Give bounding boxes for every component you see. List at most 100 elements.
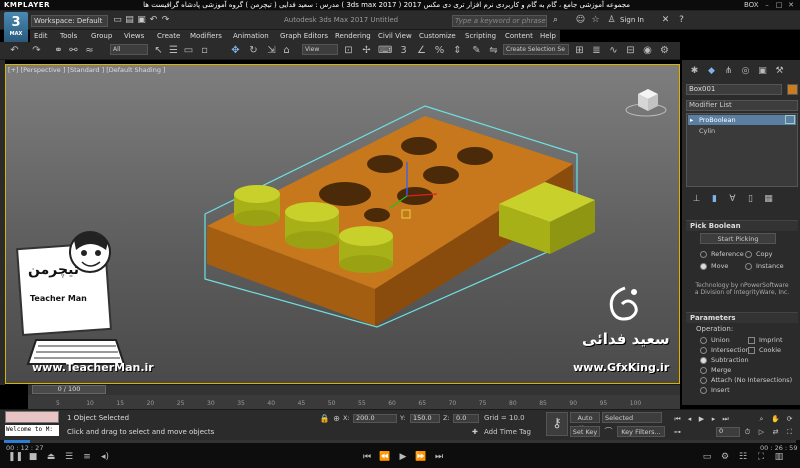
layer-explorer-icon[interactable]: ≣ [590,44,603,57]
menu-customize[interactable]: Customize [419,30,456,42]
parameters-header[interactable]: Parameters [686,312,798,323]
object-color-swatch[interactable] [787,84,798,95]
pan-icon[interactable]: ✋ [770,414,781,424]
redo-icon[interactable]: ↷ [30,44,43,57]
stop-icon[interactable]: ■ [26,452,40,462]
mirror-icon[interactable]: ⇋ [487,44,500,57]
radio-attach[interactable]: Attach (No Intersections) [700,376,792,384]
align-icon[interactable]: ⊞ [573,44,586,57]
new-file-icon[interactable]: ▭ [112,15,123,26]
set-keys-icon[interactable]: ⚷ [546,412,568,436]
menu-animation[interactable]: Animation [233,30,269,42]
seek-bar[interactable] [4,440,796,443]
add-time-tag-button[interactable]: Add Time Tag [484,428,531,436]
pick-boolean-header[interactable]: Pick Boolean [686,220,798,231]
play-big-icon[interactable]: ▶ [396,452,410,462]
time-config-icon[interactable]: ⏱ [742,427,753,437]
minimize-icon[interactable]: – [762,1,772,9]
current-frame-field[interactable]: 0 [716,427,740,437]
radio-reference[interactable]: Reference [700,250,744,258]
menu-civil-view[interactable]: Civil View [378,30,412,42]
maxscript-mini-listener[interactable]: Welcome to M: [5,425,59,436]
menu-graph-editors[interactable]: Graph Editors [280,30,328,42]
unlink-icon[interactable]: ⚯ [67,44,80,57]
create-tab-icon[interactable]: ✱ [688,65,701,78]
radio-merge[interactable]: Merge [700,366,731,374]
percent-snap-icon[interactable]: % [433,44,446,57]
next-icon[interactable]: ⏭ [432,452,446,462]
viewcube[interactable] [624,80,674,120]
workspace-dropdown[interactable]: Workspace: Default [31,15,108,27]
angle-snap-icon[interactable]: ∠ [415,44,428,57]
volume-icon[interactable]: ◂) [98,452,112,462]
radio-instance[interactable]: Instance [745,262,784,270]
placement-icon[interactable]: ⌂ [280,44,293,57]
default-tangent-icon[interactable]: ⌒ [602,425,615,438]
pivot-center-icon[interactable]: ⊡ [342,44,355,57]
radio-union[interactable]: Union [700,336,730,344]
menu-create[interactable]: Create [157,30,180,42]
fullscreen-icon[interactable]: ⛶ [754,452,768,462]
display-tab-icon[interactable]: ▣ [756,65,769,78]
z-coordinate-field[interactable]: 0.0 [453,414,479,423]
go-to-start-icon[interactable]: ⏮ [672,414,683,424]
spinner-snap-icon[interactable]: ⇕ [451,44,464,57]
fov-icon[interactable]: ▷ [756,427,767,437]
star-icon[interactable]: ☆ [590,15,601,26]
user-icon[interactable]: ☺ [575,15,586,26]
make-unique-icon[interactable]: ∀ [726,193,739,206]
menu-group[interactable]: Group [91,30,112,42]
menu-help[interactable]: Help [540,30,556,42]
help-icon[interactable]: ? [676,15,687,26]
selection-filter-dropdown[interactable]: All [110,44,148,55]
menu-content[interactable]: Content [505,30,533,42]
select-manipulate-icon[interactable]: ✢ [360,44,373,57]
playlist-icon[interactable]: ☷ [736,452,750,462]
show-end-result-icon[interactable]: ▮ [708,193,721,206]
time-tag-icon[interactable]: ✚ [472,428,478,436]
stack-item-proboolean[interactable]: ProBoolean [699,116,736,124]
play-icon[interactable]: ▶ [696,414,707,424]
radio-insert[interactable]: Insert [700,386,730,394]
render-setup-icon[interactable]: ⚙ [658,44,671,57]
material-editor-icon[interactable]: ◉ [641,44,654,57]
absolute-mode-icon[interactable]: ⊕ [330,412,343,425]
radio-move[interactable]: Move [700,262,728,270]
edit-named-sets-icon[interactable]: ✎ [470,44,483,57]
select-by-name-icon[interactable]: ☰ [167,44,180,57]
bind-space-warp-icon[interactable]: ≈ [83,44,96,57]
search-input[interactable]: Type a keyword or phrase [452,15,547,27]
app-logo-button[interactable]: 3 MAX [4,12,28,44]
start-picking-button[interactable]: Start Picking [700,233,776,244]
keyboard-shortcut-icon[interactable]: ⌨ [378,44,392,57]
track-bar[interactable] [28,395,680,409]
stack-item-cylinder[interactable]: Cylin [699,127,715,135]
time-slider[interactable] [28,384,680,395]
binoculars-icon[interactable]: ⌕ [550,15,561,26]
select-rotate-icon[interactable]: ↻ [247,44,260,57]
radio-copy[interactable]: Copy [745,250,773,258]
key-mode-toggle-icon[interactable]: ⊶ [672,427,683,437]
rect-selection-icon[interactable]: ▭ [182,44,195,57]
select-move-icon[interactable]: ✥ [229,44,242,57]
select-object-icon[interactable]: ↖ [152,44,165,57]
menu-rendering[interactable]: Rendering [335,30,371,42]
auto-key-button[interactable]: Auto Key [570,412,600,432]
maximize-viewport-icon[interactable]: ⛶ [784,427,795,437]
maximize-icon[interactable]: □ [774,1,784,9]
radio-intersection[interactable]: Intersection [700,346,750,354]
menu-scripting[interactable]: Scripting [465,30,496,42]
time-slider-handle[interactable]: 0 / 100 [32,385,106,394]
menu-views[interactable]: Views [124,30,144,42]
y-coordinate-field[interactable]: 150.0 [410,414,440,423]
undo-icon[interactable]: ↶ [8,44,21,57]
checkbox-imprint[interactable]: Imprint [748,336,783,344]
schematic-view-icon[interactable]: ⊟ [624,44,637,57]
key-filters-button[interactable]: Key Filters... [617,426,665,437]
checkbox-cookie[interactable]: Cookie [748,346,781,354]
list-icon[interactable]: ≡ [80,452,94,462]
menu-tools[interactable]: Tools [60,30,77,42]
rewind-icon[interactable]: ⏪ [378,452,392,462]
expand-triangle-icon[interactable]: ▸ [690,116,693,124]
object-name-field[interactable]: Box001 [686,84,782,95]
